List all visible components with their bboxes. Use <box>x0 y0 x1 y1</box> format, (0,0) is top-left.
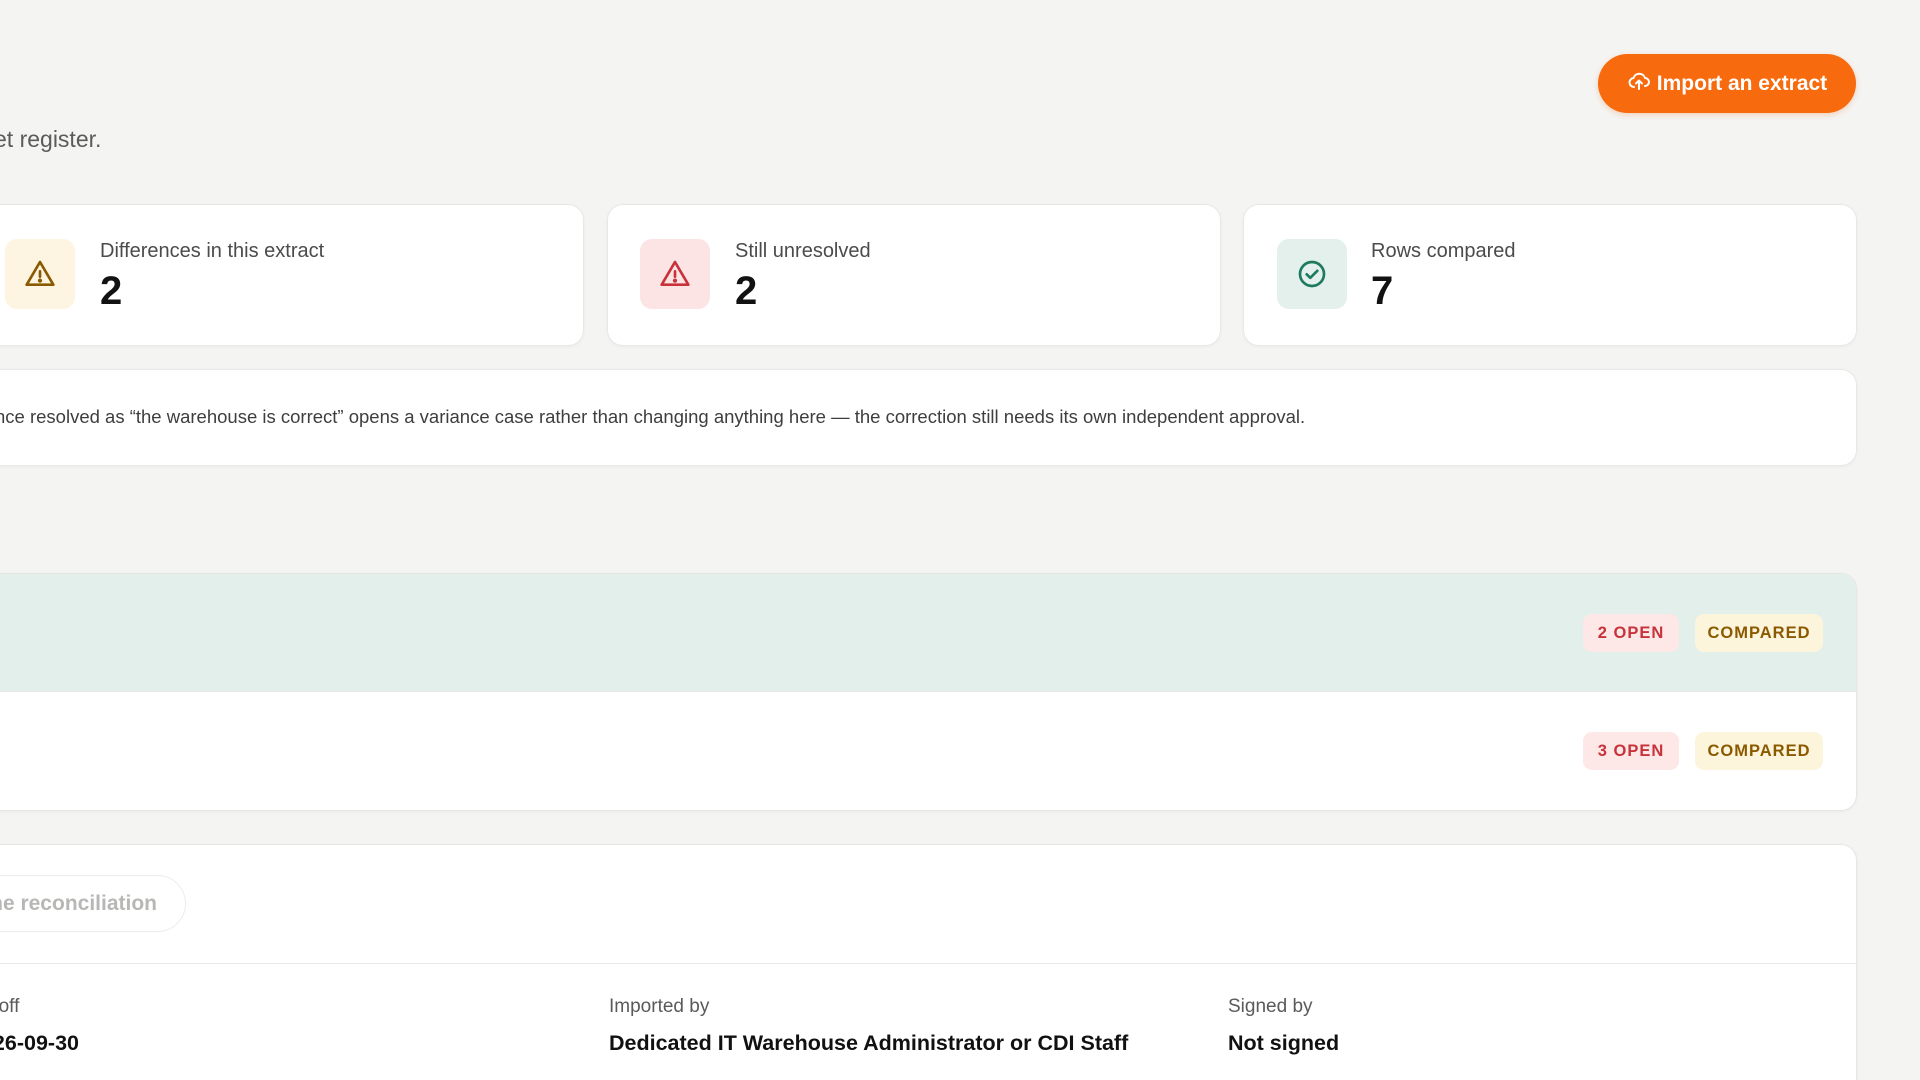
alert-triangle-icon <box>640 239 710 309</box>
reconciliation-button[interactable]: the reconciliation <box>0 875 186 932</box>
stat-label: Differences in this extract <box>100 240 325 262</box>
signed-by-label: Signed by <box>1228 996 1313 1017</box>
stat-value: 2 <box>100 269 123 313</box>
cloud-upload-icon <box>1627 69 1651 99</box>
notice-banner: nce resolved as “the warehouse is correc… <box>0 369 1857 466</box>
notice-text: nce resolved as “the warehouse is correc… <box>0 406 1306 427</box>
stat-value: 2 <box>735 269 758 313</box>
stat-label: Still unresolved <box>735 240 871 262</box>
extract-list: 2 OPEN COMPARED 3 OPEN COMPARED <box>0 573 1857 811</box>
open-count-badge: 3 OPEN <box>1583 732 1679 770</box>
import-extract-button[interactable]: Import an extract <box>1598 54 1856 113</box>
stat-label: Rows compared <box>1371 240 1516 262</box>
divider <box>0 963 1856 964</box>
imported-by-label: Imported by <box>609 996 710 1017</box>
warning-triangle-icon <box>5 239 75 309</box>
page: et register. Import an extract Differenc… <box>0 0 1920 1080</box>
stat-card-rows-compared: Rows compared 7 <box>1243 204 1857 346</box>
imported-by-value: Dedicated IT Warehouse Administrator or … <box>609 1031 1129 1055</box>
cutoff-label: Cutoff <box>0 996 20 1017</box>
stat-card-unresolved: Still unresolved 2 <box>607 204 1221 346</box>
check-circle-icon <box>1277 239 1347 309</box>
signed-by-value: Not signed <box>1228 1031 1340 1055</box>
extract-detail-card: the reconciliation Cutoff 2026-09-30 Imp… <box>0 844 1857 1080</box>
extract-row[interactable]: 2 OPEN COMPARED <box>0 574 1856 692</box>
open-count-badge: 2 OPEN <box>1583 614 1679 652</box>
page-subtitle: et register. <box>0 126 102 152</box>
stat-value: 7 <box>1371 269 1394 313</box>
status-badge: COMPARED <box>1695 614 1823 652</box>
stat-card-differences: Differences in this extract 2 <box>0 204 584 346</box>
import-extract-label: Import an extract <box>1656 71 1828 95</box>
status-badge: COMPARED <box>1695 732 1823 770</box>
extract-row[interactable]: 3 OPEN COMPARED <box>0 692 1856 809</box>
cutoff-value: 2026-09-30 <box>0 1031 79 1055</box>
